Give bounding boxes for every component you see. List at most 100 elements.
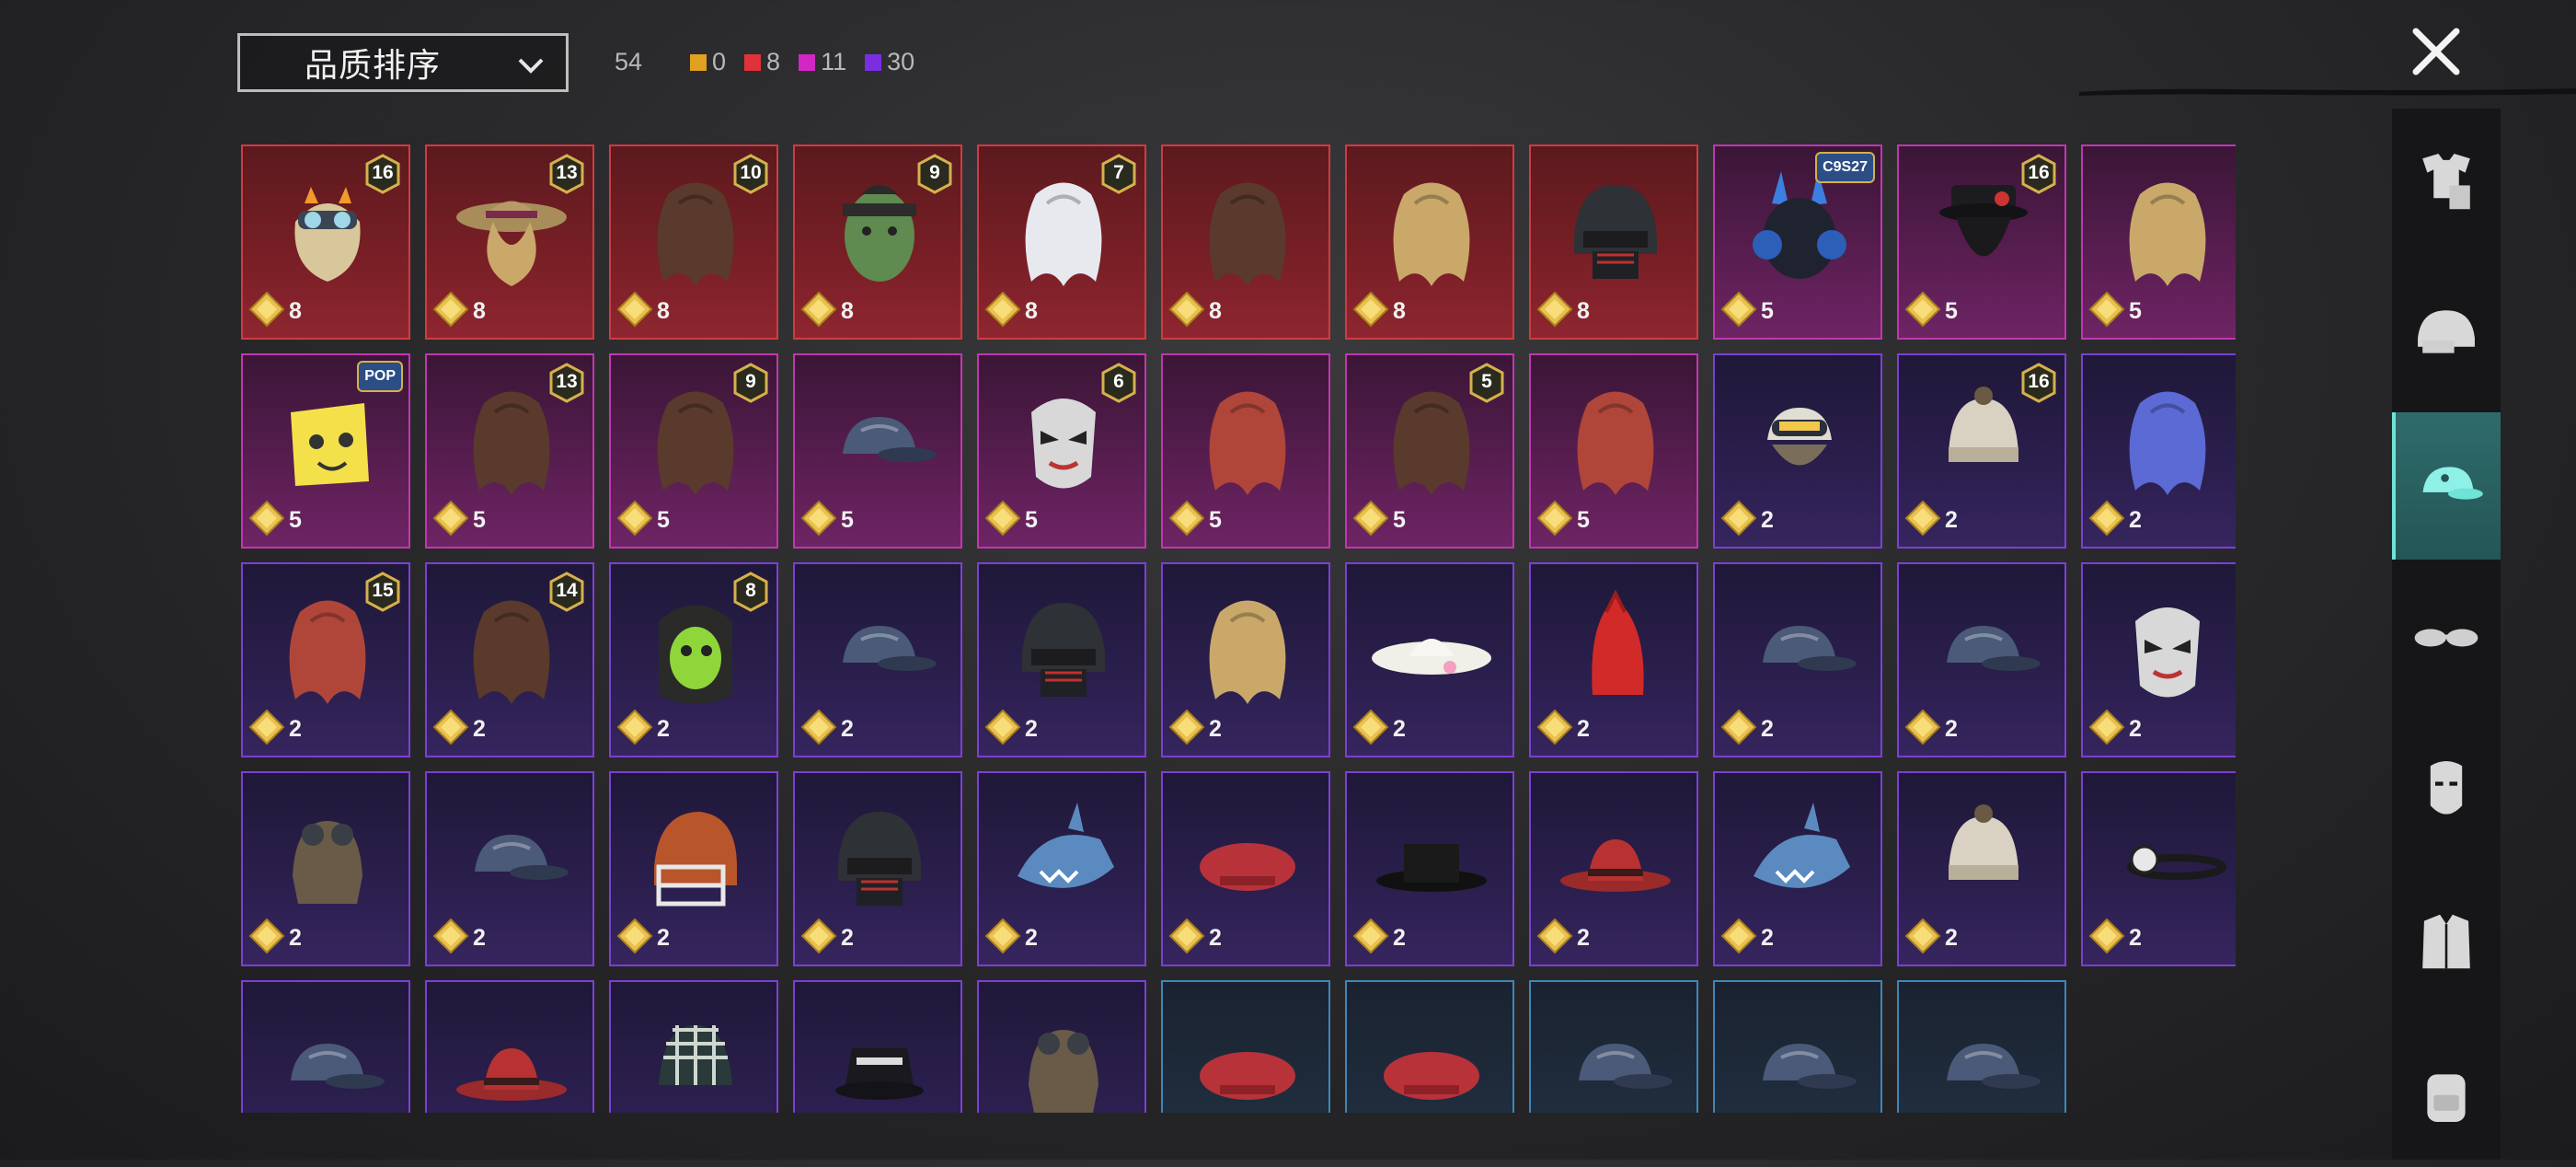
- sidebar-tab-outfit[interactable]: [2392, 109, 2501, 256]
- cap-item-image: [806, 376, 953, 504]
- helmet-item-image: [1542, 167, 1689, 295]
- item-card[interactable]: 2: [1529, 562, 1698, 757]
- item-card[interactable]: POP 5: [241, 353, 410, 549]
- price: 2: [432, 918, 486, 959]
- item-card[interactable]: 2: [609, 771, 778, 966]
- item-card[interactable]: 2: [1345, 562, 1514, 757]
- price-value: 5: [1393, 507, 1406, 533]
- item-card[interactable]: 13 8: [425, 144, 594, 340]
- diamond-icon: [248, 291, 285, 332]
- item-card[interactable]: 2: [2081, 353, 2236, 549]
- price: 2: [1352, 918, 1406, 959]
- item-card[interactable]: 82: [609, 562, 778, 757]
- item-card[interactable]: 15 2: [241, 562, 410, 757]
- shark-item-image: [1726, 793, 1873, 922]
- football-helmet-item-image: [622, 793, 769, 922]
- item-card[interactable]: 16 2: [1897, 353, 2066, 549]
- close-icon[interactable]: [2403, 18, 2469, 85]
- item-card[interactable]: 65: [977, 353, 1146, 549]
- level-number: 8: [745, 580, 756, 601]
- item-card[interactable]: 5: [1161, 353, 1330, 549]
- sidebar-tab-helmet[interactable]: [2392, 260, 2501, 408]
- item-card[interactable]: 8: [1529, 144, 1698, 340]
- price-value: 8: [289, 298, 302, 324]
- price-value: 2: [1761, 925, 1774, 951]
- backpack-icon: [2427, 1074, 2466, 1122]
- item-card[interactable]: 2: [1161, 771, 1330, 966]
- price: 5: [1536, 500, 1590, 541]
- price-value: 5: [2129, 298, 2142, 324]
- diamond-icon: [984, 709, 1021, 750]
- item-card[interactable]: [425, 980, 594, 1113]
- level-number: 10: [740, 162, 762, 183]
- item-card[interactable]: 2: [1897, 771, 2066, 966]
- level-number: 14: [556, 580, 578, 601]
- beret-item-image: [1174, 1002, 1321, 1113]
- level-badge: 7: [1100, 154, 1137, 194]
- blond-hair-item-image: [1174, 584, 1321, 713]
- item-card[interactable]: 2: [1713, 353, 1882, 549]
- item-card[interactable]: 13 5: [425, 353, 594, 549]
- item-card[interactable]: 8: [1161, 144, 1330, 340]
- item-card[interactable]: 2: [1713, 771, 1882, 966]
- item-card[interactable]: 8: [1345, 144, 1514, 340]
- item-card[interactable]: 2: [1713, 562, 1882, 757]
- item-card[interactable]: [1529, 980, 1698, 1113]
- sidebar-tab-glasses[interactable]: [2392, 564, 2501, 711]
- price: 8: [432, 291, 486, 332]
- item-card[interactable]: [1713, 980, 1882, 1113]
- item-card[interactable]: [241, 980, 410, 1113]
- price: 5: [984, 500, 1038, 541]
- sort-dropdown[interactable]: 品质排序: [237, 33, 569, 92]
- item-card[interactable]: 95: [609, 353, 778, 549]
- price: 2: [1904, 709, 1958, 750]
- item-card[interactable]: C9S27 5: [1713, 144, 1882, 340]
- item-card[interactable]: 55: [1345, 353, 1514, 549]
- item-card[interactable]: 2: [1529, 771, 1698, 966]
- item-card[interactable]: [1897, 980, 2066, 1113]
- item-card[interactable]: 2: [425, 771, 594, 966]
- sidebar-tab-face[interactable]: [2392, 716, 2501, 863]
- price-value: 2: [657, 716, 670, 742]
- item-card[interactable]: 2: [977, 771, 1146, 966]
- legend-count: 30: [887, 48, 915, 75]
- goggles-item-image: [1726, 376, 1873, 504]
- item-card[interactable]: 5: [2081, 144, 2236, 340]
- item-card[interactable]: [793, 980, 962, 1113]
- item-card[interactable]: 2: [241, 771, 410, 966]
- price-value: 8: [1209, 298, 1222, 324]
- item-card[interactable]: 2: [2081, 562, 2236, 757]
- item-card[interactable]: 2: [1897, 562, 2066, 757]
- item-card[interactable]: 2: [793, 771, 962, 966]
- item-card[interactable]: 5: [793, 353, 962, 549]
- item-card[interactable]: [1345, 980, 1514, 1113]
- diamond-icon: [800, 291, 837, 332]
- item-card[interactable]: 16 5: [1897, 144, 2066, 340]
- item-card[interactable]: 2: [793, 562, 962, 757]
- item-card[interactable]: 5: [1529, 353, 1698, 549]
- item-card[interactable]: 16 8: [241, 144, 410, 340]
- item-card[interactable]: 2: [1161, 562, 1330, 757]
- item-card[interactable]: 14 2: [425, 562, 594, 757]
- sidebar-tab-jacket[interactable]: [2392, 868, 2501, 1015]
- price-value: 5: [473, 507, 486, 533]
- sidebar-tab-hat[interactable]: [2392, 412, 2501, 560]
- item-card[interactable]: 2: [1345, 771, 1514, 966]
- price-value: 2: [1025, 925, 1038, 951]
- item-card[interactable]: 98: [793, 144, 962, 340]
- fedora-item-image: [1542, 793, 1689, 922]
- item-card[interactable]: 2: [977, 562, 1146, 757]
- sidebar-tab-backpack[interactable]: [2392, 1020, 2501, 1167]
- item-card[interactable]: [977, 980, 1146, 1113]
- cap-item-image: [1542, 1002, 1689, 1113]
- item-card[interactable]: 2: [2081, 771, 2236, 966]
- item-card[interactable]: [609, 980, 778, 1113]
- item-card[interactable]: 10 8: [609, 144, 778, 340]
- item-card[interactable]: 78: [977, 144, 1146, 340]
- helmet-item-image: [806, 793, 953, 922]
- price-value: 2: [1025, 716, 1038, 742]
- outfit-icon: [2422, 154, 2470, 210]
- cap-item-image: [438, 793, 585, 922]
- item-card[interactable]: [1161, 980, 1330, 1113]
- legend-item: 11: [799, 48, 846, 76]
